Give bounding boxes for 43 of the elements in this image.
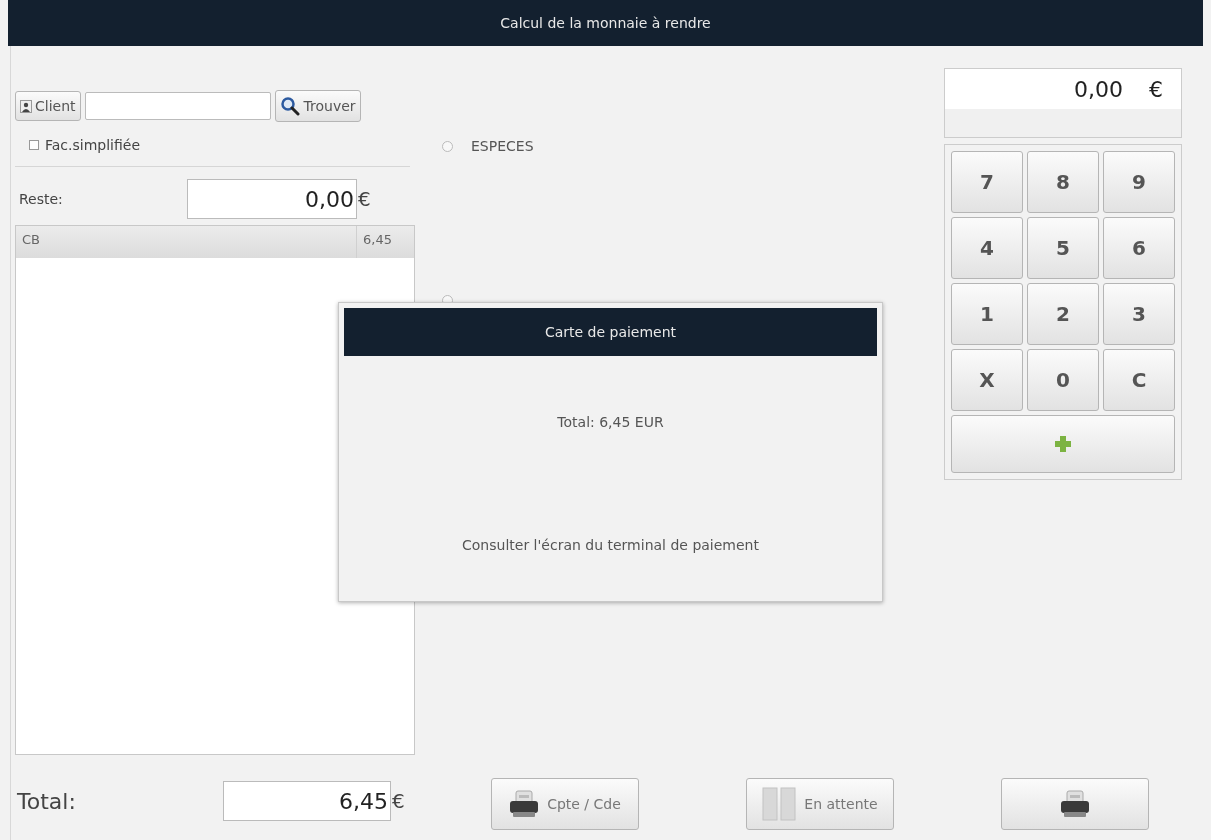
keypad-key[interactable]: 4	[951, 217, 1023, 279]
keypad-key[interactable]: 5	[1027, 217, 1099, 279]
keypad-key[interactable]: 0	[1027, 349, 1099, 411]
keypad-key[interactable]: 6	[1103, 217, 1175, 279]
hold-button[interactable]: En attente	[746, 778, 894, 830]
dialog-message: Consulter l'écran du terminal de paiement	[462, 536, 759, 555]
total-label: Total:	[17, 787, 77, 816]
keypad-key[interactable]: 8	[1027, 151, 1099, 213]
display-currency: €	[1149, 75, 1163, 104]
radio-button[interactable]	[442, 141, 453, 152]
keypad-key[interactable]: 2	[1027, 283, 1099, 345]
keypad-key[interactable]: 7	[951, 151, 1023, 213]
search-button[interactable]: Trouver	[274, 90, 361, 122]
total-field: 6,45	[223, 781, 391, 821]
client-button[interactable]: Client	[15, 91, 81, 121]
print-button[interactable]	[1001, 778, 1149, 830]
table-cell: 6,45	[356, 226, 414, 258]
search-icon	[279, 96, 300, 116]
checkbox-label: Fac.simplifiée	[45, 135, 141, 155]
keypad-key[interactable]: 9	[1103, 151, 1175, 213]
remaining-label: Reste:	[19, 189, 64, 209]
remaining-field: 0,00	[187, 179, 357, 219]
plus-icon	[1055, 436, 1071, 452]
currency-label: €	[392, 788, 405, 815]
client-field[interactable]	[84, 92, 271, 120]
printer-icon	[1060, 790, 1090, 818]
table-cell-text: CB	[21, 231, 41, 249]
pause-icon	[762, 787, 797, 821]
radio-label: ESPECES	[471, 137, 534, 156]
keypad-key[interactable]: C	[1103, 349, 1175, 411]
window-title-bar: Calcul de la monnaie à rendre	[8, 0, 1203, 46]
keypad-key[interactable]: 3	[1103, 283, 1175, 345]
add-button[interactable]	[951, 415, 1175, 473]
keypad-key[interactable]: 1	[951, 283, 1023, 345]
currency-label: €	[358, 186, 371, 213]
dialog-title-bar: Carte de paiement	[344, 308, 877, 356]
display-value: 0,00	[1074, 75, 1123, 104]
printer-icon	[509, 790, 540, 818]
print-button[interactable]: Cpte / Cde	[491, 778, 639, 830]
dialog-total: Total: 6,45 EUR	[557, 413, 664, 432]
person-icon	[20, 99, 32, 113]
checkbox[interactable]	[29, 140, 39, 150]
keypad-key[interactable]: X	[951, 349, 1023, 411]
